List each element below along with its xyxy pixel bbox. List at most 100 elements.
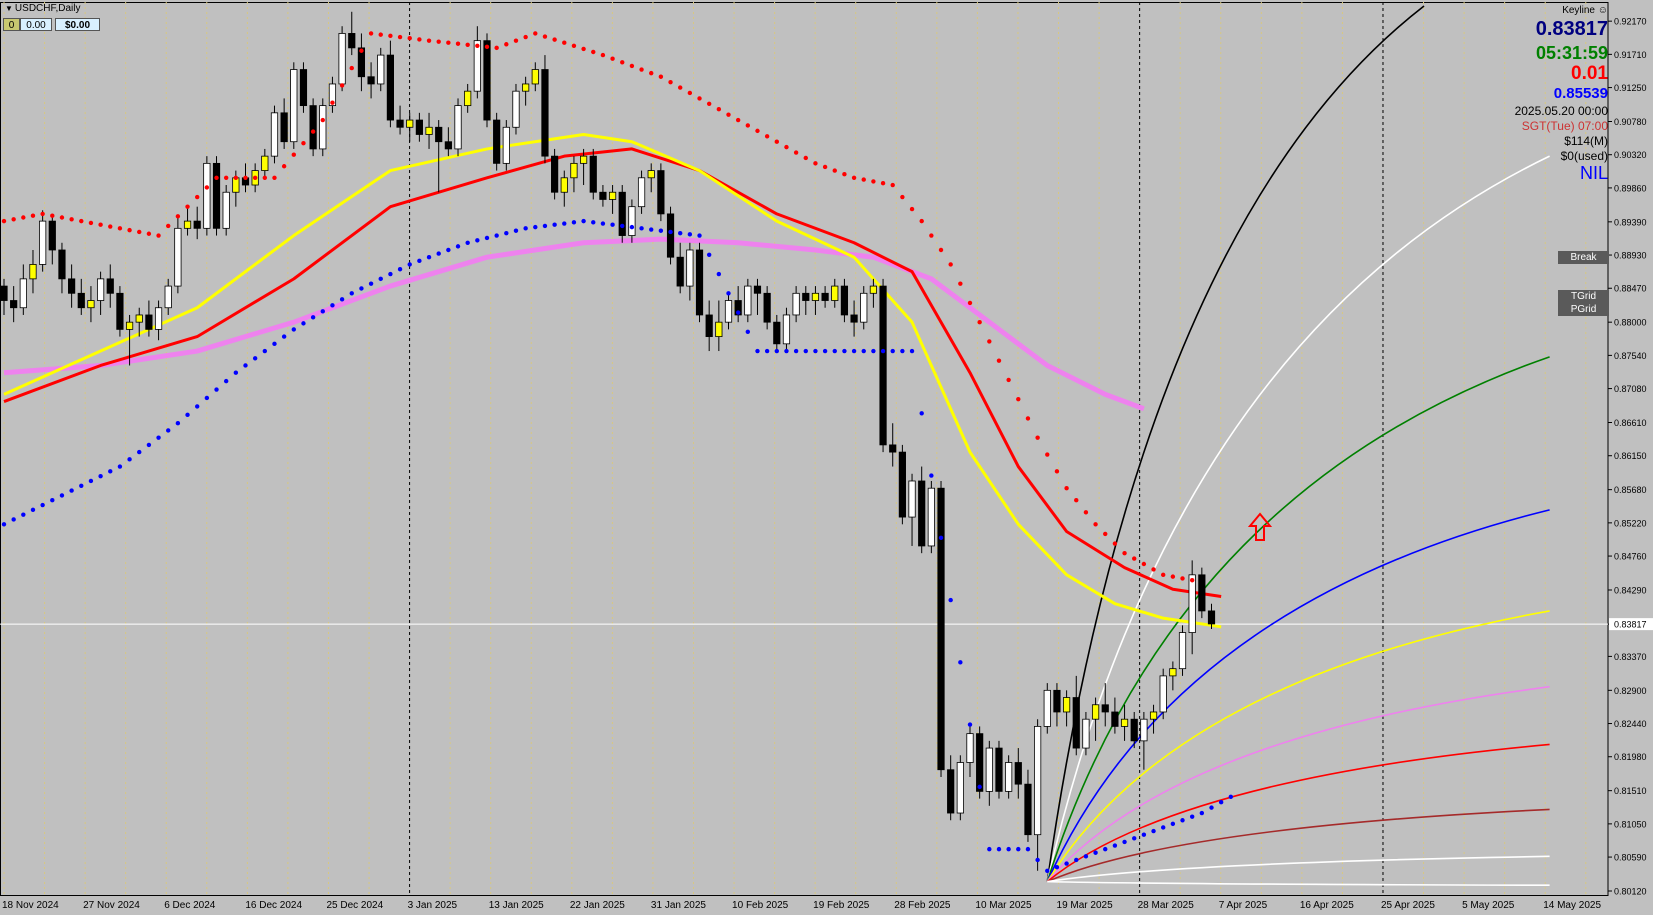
candle-body [985,747,993,792]
sar-bottom-dot [388,271,393,277]
sar-bottom-dot [1218,800,1224,805]
break-tag[interactable]: Break [1558,251,1609,264]
candle-body [792,292,800,316]
candle-body [106,278,114,294]
sar-top-dot [252,175,258,181]
sar-bottom-dot [397,267,403,272]
price-box[interactable]: 0.00 [20,18,52,31]
sar-bottom-dot [822,348,828,354]
candle-body [1091,704,1100,720]
sar-top-dot [1045,452,1050,457]
price-axis-label: 0.83370 [1614,652,1647,662]
candle-body [125,321,134,330]
sar-top-dot [117,226,123,231]
sar-top-dot [1035,435,1040,440]
price-axis-label: 0.82440 [1614,719,1647,729]
sar-bottom-dot [484,235,490,241]
sar-bottom-dot [175,421,181,426]
candle-body [39,220,47,265]
candle-body [811,292,820,301]
sar-top-dot [1025,416,1031,421]
sar-top-dot [890,182,895,188]
sar-bottom-dot [252,356,258,361]
candle-body [1111,711,1119,727]
sar-bottom-dot [1103,846,1108,852]
sar-top-dot [620,60,625,65]
candle-body [686,249,694,287]
dropdown-triangle-icon[interactable]: ▼ [5,4,13,13]
pgrid-tag[interactable]: PGrid [1558,303,1609,316]
sar-bottom-dot [1189,814,1195,819]
session-time: SGT(Tue) 07:00 [1521,119,1608,133]
candle-body [1188,574,1196,633]
price-axis-label: 0.92170 [1614,17,1647,27]
time-axis-label: 7 Apr 2025 [1219,900,1268,911]
fan-line [1047,855,1550,883]
sar-top-dot [1093,522,1098,527]
time-axis-label: 31 Jan 2025 [651,900,706,911]
sar-bottom-dot [301,321,306,326]
candles [0,11,1216,871]
sar-top-dot [948,262,953,267]
sar-top-dot [214,175,219,181]
candle-body [425,126,433,135]
sar-top-dot [745,123,751,128]
candle-body [522,83,530,92]
candle-body [1034,726,1042,836]
sar-bottom-dot [1180,818,1185,823]
sar-top-dot [649,70,654,76]
sar-top-dot [40,211,45,217]
time-axis: 18 Nov 2024 27 Nov 2024 6 Dec 2024 16 Dec 2… [2,900,1601,911]
lot-box[interactable]: 0 [3,18,20,31]
sar-top-dot [1151,567,1156,572]
profit-box[interactable]: $0.00 [55,18,100,31]
candle-body [715,321,723,338]
sar-bottom-dot [1083,854,1089,859]
sar-bottom-dot [368,281,374,286]
candle-body [338,33,346,85]
sar-top-dot [697,96,702,101]
candle-body [164,285,172,309]
sar-top-dot [919,218,924,224]
price-chart[interactable]: 0.92170 0.91710 0.91250 0.90780 0.90320 0.898… [0,0,1653,915]
time-axis-label: 5 May 2025 [1462,900,1515,911]
candle-body [889,444,897,453]
symbol-title: ▼ USDCHF,Daily [5,3,80,14]
sar-bottom-dot [851,348,857,354]
sar-bottom-dot [735,310,741,315]
candle-body [464,90,472,107]
sar-top-dot [1189,578,1195,583]
price-axis-label: 0.81510 [1614,786,1647,796]
sar-bottom-dot [1064,861,1069,866]
sar-bottom-dot [146,442,152,448]
sar-bottom-dot [1025,846,1031,852]
sar-top-dot [378,32,383,37]
sar-top-dot [11,217,16,222]
sar-top-dot [1122,550,1127,556]
sar-top-dot [1170,574,1176,579]
candle-body [386,54,395,121]
sar-top-dot [591,49,596,55]
sar-bottom-dot [320,309,325,314]
sar-top-dot [494,45,499,51]
fan-line [1046,808,1550,883]
sar-top-dot [504,42,509,47]
sar-top-dot [851,175,857,181]
candle-body [618,191,626,236]
sar-top-dot [562,40,567,45]
tgrid-tag[interactable]: TGrid [1558,290,1609,303]
candle-body [261,155,269,171]
sar-bottom-dot [339,297,345,302]
candle-body [773,321,781,345]
sar-bottom-dot [784,348,789,354]
sar-top-dot [832,168,837,173]
sar-bottom-dot [1132,836,1137,841]
time-axis-label: 25 Dec 2024 [326,900,383,911]
sar-top-dot [156,233,161,238]
sar-bottom-dot [774,348,779,354]
price-axis-label: 0.83817 [1614,620,1647,630]
sar-top-dot [513,38,519,43]
sar-top-dot [523,34,528,40]
sar-bottom-dot [281,334,287,339]
sar-top-dot [958,281,963,286]
